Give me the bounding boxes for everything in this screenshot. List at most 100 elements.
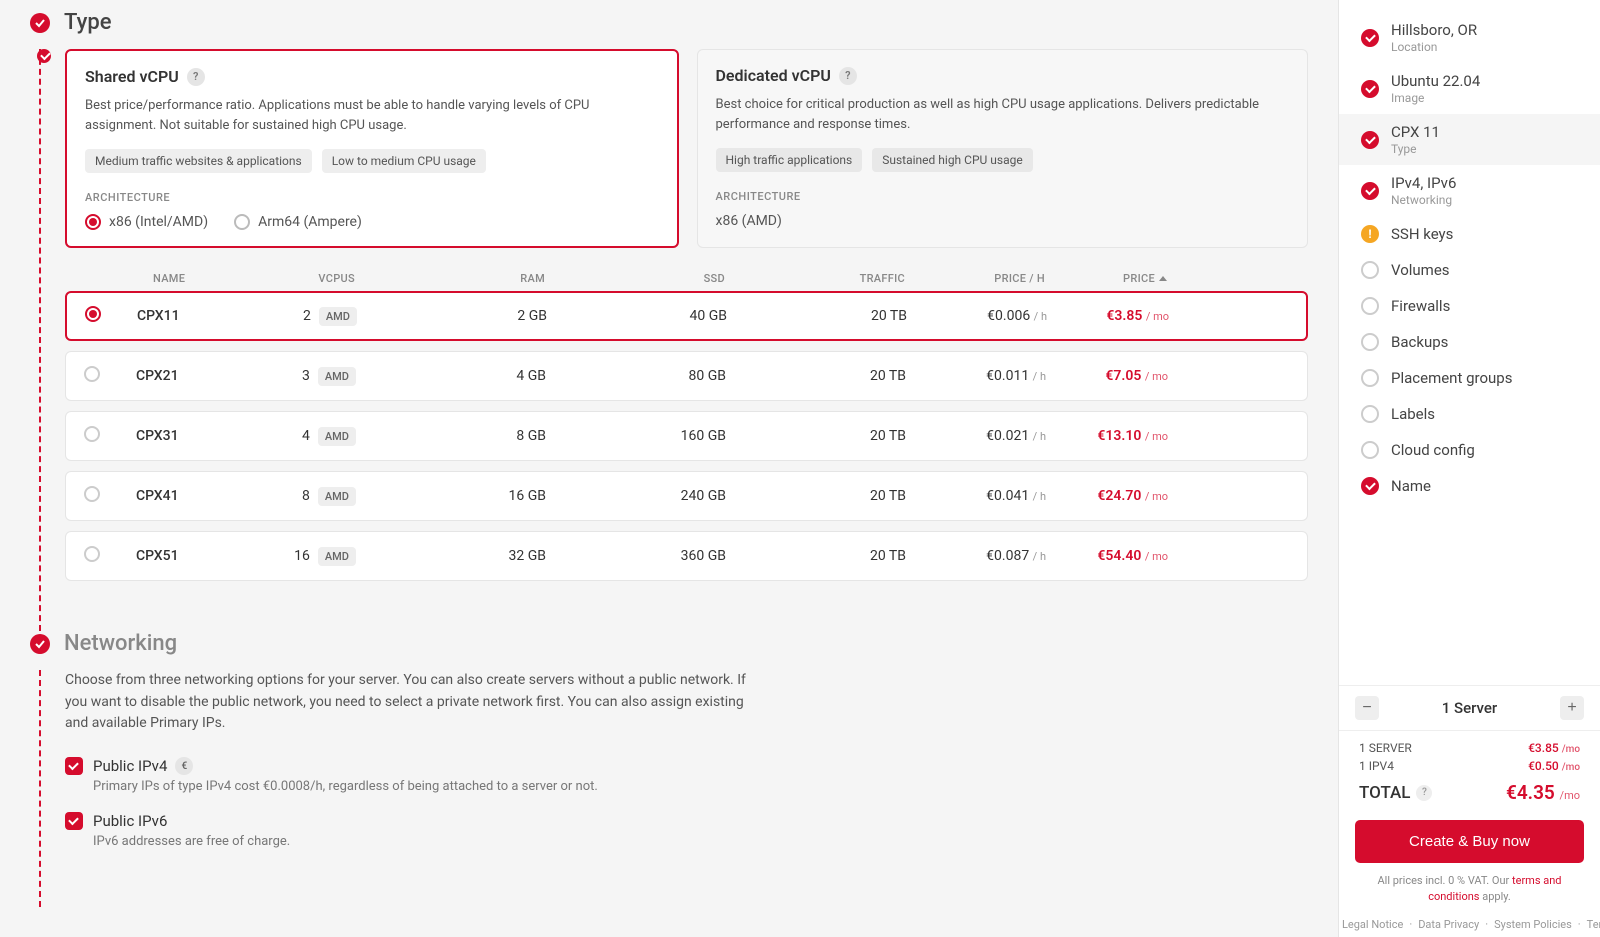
plan-vcpu: 4AMD xyxy=(266,427,386,446)
plan-ssd: 360 GB xyxy=(546,548,726,564)
sidebar-item[interactable]: Ubuntu 22.04Image xyxy=(1339,63,1600,114)
chip: Medium traffic websites & applications xyxy=(85,149,312,173)
status-icon xyxy=(1361,225,1379,243)
plan-name: CPX11 xyxy=(137,308,267,324)
check-icon xyxy=(30,634,50,654)
vcpu-shared-card[interactable]: Shared vCPU? Best price/performance rati… xyxy=(65,49,679,248)
plan-row-cpx11[interactable]: CPX112AMD2 GB40 GB20 TB€0.006 / h€3.85 /… xyxy=(65,291,1308,341)
sidebar-item-sub: Image xyxy=(1391,91,1480,105)
public-ipv6-checkbox[interactable]: Public IPv6 xyxy=(65,812,1308,830)
section-title: Type xyxy=(64,10,112,35)
plan-price-month: €13.10 / mo xyxy=(1046,428,1186,444)
plan-table-header: NAME VCPUS RAM SSD TRAFFIC PRICE / H PRI… xyxy=(65,262,1308,291)
card-title: Dedicated vCPU xyxy=(716,66,831,85)
plan-price-month: €24.70 / mo xyxy=(1046,488,1186,504)
sidebar-item-title: Ubuntu 22.04 xyxy=(1391,72,1480,90)
plan-vcpu: 8AMD xyxy=(266,487,386,506)
plan-price-hour: €0.021 / h xyxy=(906,428,1046,444)
card-desc: Best choice for critical production as w… xyxy=(716,95,1290,134)
status-icon xyxy=(1361,369,1379,387)
plan-price-hour: €0.011 / h xyxy=(906,368,1046,384)
total-label: TOTAL xyxy=(1359,783,1410,803)
plan-vcpu: 3AMD xyxy=(266,367,386,386)
plan-ssd: 160 GB xyxy=(546,428,726,444)
create-buy-button[interactable]: Create & Buy now xyxy=(1355,820,1584,863)
qty-minus-button[interactable]: − xyxy=(1355,696,1379,720)
plan-name: CPX41 xyxy=(136,488,266,504)
card-title: Shared vCPU xyxy=(85,67,179,86)
status-icon xyxy=(1361,182,1379,200)
qty-label: 1 Server xyxy=(1442,699,1498,717)
plan-price-month: €54.40 / mo xyxy=(1046,548,1186,564)
plan-row-cpx51[interactable]: CPX5116AMD32 GB360 GB20 TB€0.087 / h€54.… xyxy=(65,531,1308,581)
status-icon xyxy=(1361,333,1379,351)
sidebar-item[interactable]: Name xyxy=(1339,468,1600,504)
plan-traffic: 20 TB xyxy=(726,368,906,384)
sidebar-item-title: Placement groups xyxy=(1391,369,1512,387)
arch-arm64-radio[interactable]: Arm64 (Ampere) xyxy=(234,214,362,230)
chip: Sustained high CPU usage xyxy=(872,148,1032,172)
status-icon xyxy=(1361,477,1379,495)
plan-price-month: €7.05 / mo xyxy=(1046,368,1186,384)
section-type-header: Type xyxy=(30,10,1308,35)
arch-label: ARCHITECTURE xyxy=(85,191,659,204)
plan-ssd: 240 GB xyxy=(546,488,726,504)
sidebar-item[interactable]: Labels xyxy=(1339,396,1600,432)
ipv4-sub: Primary IPs of type IPv4 cost €0.0008/h,… xyxy=(93,779,1308,794)
plan-price-month: €3.85 / mo xyxy=(1047,308,1187,324)
plan-row-cpx31[interactable]: CPX314AMD8 GB160 GB20 TB€0.021 / h€13.10… xyxy=(65,411,1308,461)
section-title: Networking xyxy=(64,631,177,656)
sidebar-item-sub: Type xyxy=(1391,142,1440,156)
vcpu-dedicated-card[interactable]: Dedicated vCPU? Best choice for critical… xyxy=(697,49,1309,248)
help-icon[interactable]: ? xyxy=(839,67,857,85)
sidebar-item[interactable]: Volumes xyxy=(1339,252,1600,288)
price-line: 1 SERVER€3.85 /mo xyxy=(1359,739,1580,757)
plan-vcpu: 16AMD xyxy=(266,547,386,566)
plan-name: CPX31 xyxy=(136,428,266,444)
sidebar-item-sub: Networking xyxy=(1391,193,1456,207)
sidebar-item[interactable]: Backups xyxy=(1339,324,1600,360)
plan-traffic: 20 TB xyxy=(726,428,906,444)
help-icon[interactable]: ? xyxy=(187,68,205,86)
sidebar-item-title: Volumes xyxy=(1391,261,1450,279)
status-icon xyxy=(1361,131,1379,149)
plan-ram: 16 GB xyxy=(386,488,546,504)
sidebar-item-title: CPX 11 xyxy=(1391,123,1440,141)
check-icon xyxy=(30,13,50,33)
qty-plus-button[interactable]: + xyxy=(1560,696,1584,720)
sort-price[interactable]: PRICE xyxy=(1045,272,1185,285)
legal-link[interactable]: System Policies xyxy=(1491,918,1575,931)
help-icon[interactable]: ? xyxy=(1416,785,1432,801)
public-ipv4-checkbox[interactable]: Public IPv4€ xyxy=(65,757,1308,775)
total-price: €4.35 /mo xyxy=(1506,781,1580,804)
legal-links: Legal Notice·Data Privacy·System Policie… xyxy=(1339,914,1600,937)
legal-link[interactable]: Legal Notice xyxy=(1339,918,1406,931)
plan-price-hour: €0.006 / h xyxy=(907,308,1047,324)
sidebar-item[interactable]: Placement groups xyxy=(1339,360,1600,396)
plan-row-cpx41[interactable]: CPX418AMD16 GB240 GB20 TB€0.041 / h€24.7… xyxy=(65,471,1308,521)
sidebar-item-title: Cloud config xyxy=(1391,441,1475,459)
sidebar-item[interactable]: Hillsboro, ORLocation xyxy=(1339,12,1600,63)
ipv6-sub: IPv6 addresses are free of charge. xyxy=(93,834,1308,849)
checkbox-checked-icon xyxy=(65,757,83,775)
plan-ssd: 80 GB xyxy=(546,368,726,384)
sidebar-item[interactable]: CPX 11Type xyxy=(1339,114,1600,165)
sidebar-item[interactable]: Firewalls xyxy=(1339,288,1600,324)
plan-name: CPX21 xyxy=(136,368,266,384)
legal-link[interactable]: Data Privacy xyxy=(1415,918,1482,931)
arch-label: ARCHITECTURE xyxy=(716,190,1290,203)
sidebar-item[interactable]: Cloud config xyxy=(1339,432,1600,468)
plan-price-hour: €0.041 / h xyxy=(906,488,1046,504)
plan-ssd: 40 GB xyxy=(547,308,727,324)
sidebar-item-title: IPv4, IPv6 xyxy=(1391,174,1456,192)
legal-link[interactable]: Terms and Conditions xyxy=(1584,918,1600,931)
status-icon xyxy=(1361,29,1379,47)
sidebar-item[interactable]: IPv4, IPv6Networking xyxy=(1339,165,1600,216)
status-icon xyxy=(1361,441,1379,459)
plan-row-cpx21[interactable]: CPX213AMD4 GB80 GB20 TB€0.011 / h€7.05 /… xyxy=(65,351,1308,401)
status-icon xyxy=(1361,297,1379,315)
sidebar-item[interactable]: SSH keys xyxy=(1339,216,1600,252)
plan-ram: 32 GB xyxy=(386,548,546,564)
sidebar-item-sub: Location xyxy=(1391,40,1477,54)
arch-x86-radio[interactable]: x86 (Intel/AMD) xyxy=(85,214,208,230)
